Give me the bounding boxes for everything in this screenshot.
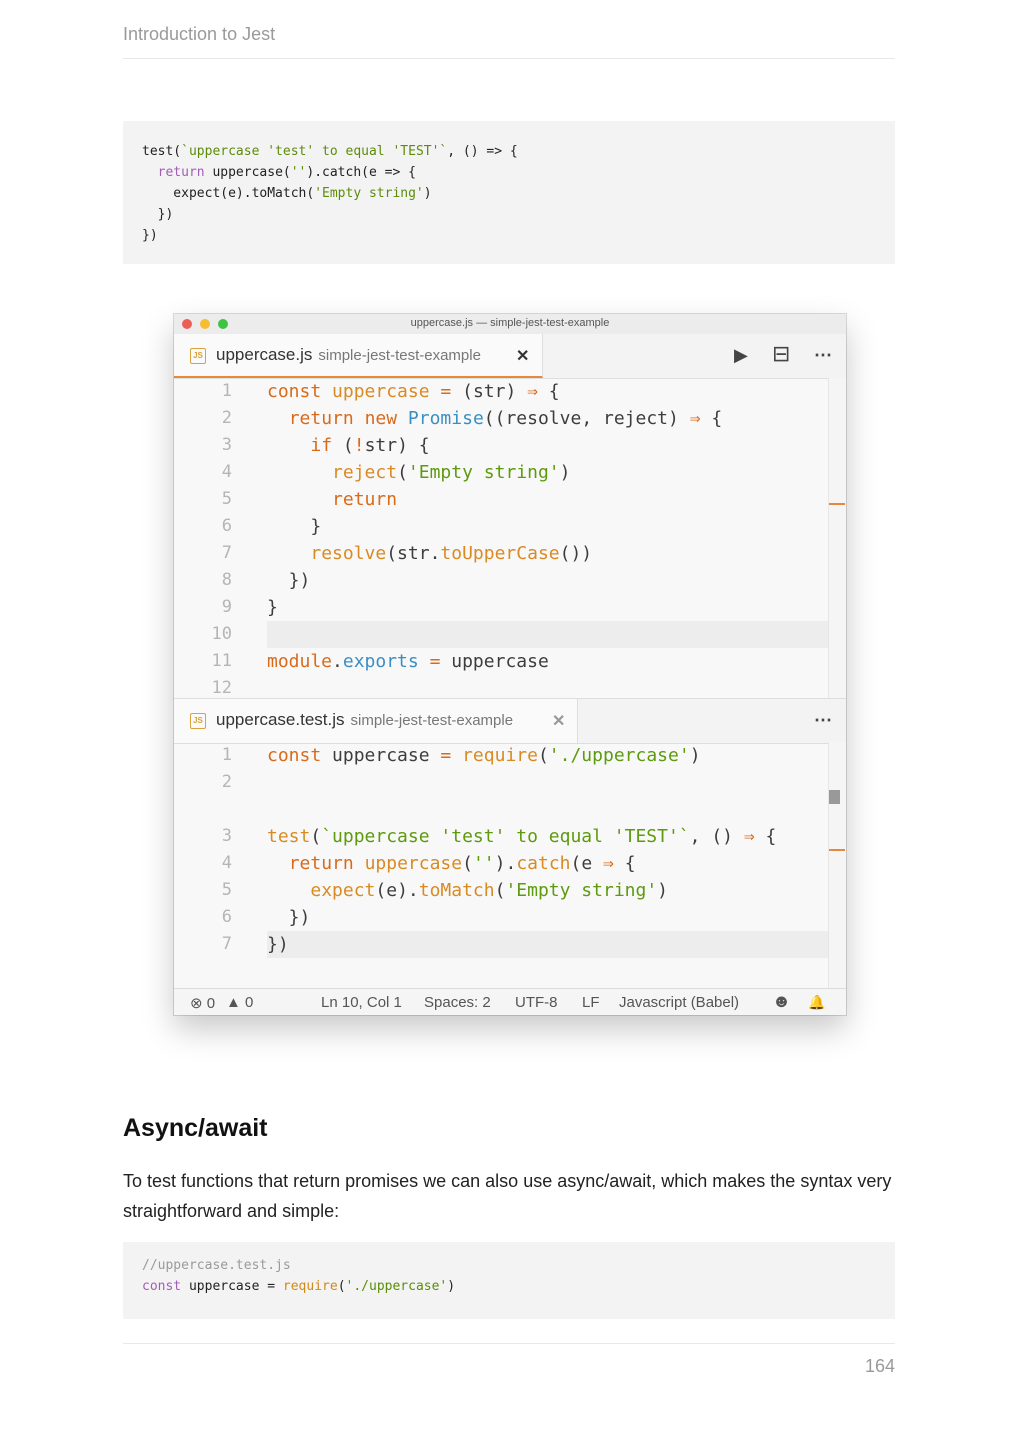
pane2-tabbar: JS uppercase.test.js simple-jest-test-exa… xyxy=(174,698,846,744)
line-number: 2 xyxy=(221,772,232,792)
tab-uppercase-test-js[interactable]: JS uppercase.test.js simple-jest-test-exa… xyxy=(174,699,578,743)
line-number: 9 xyxy=(221,597,232,617)
js-file-icon: JS xyxy=(190,713,206,729)
more-options-icon[interactable]: ⋯ xyxy=(814,345,832,366)
code-line: resolve(str.toUpperCase()) xyxy=(310,543,593,564)
code-line: expect(e).toMatch('Empty string') xyxy=(142,186,432,201)
encoding-setting[interactable]: UTF-8 xyxy=(515,994,558,1011)
code-line: return new Promise((resolve, reject) ⇒ { xyxy=(288,408,723,429)
code-line: return uppercase('').catch(e => { xyxy=(157,165,416,180)
code-line: const uppercase = require('./uppercase') xyxy=(142,1279,456,1294)
js-file-icon: JS xyxy=(190,348,206,364)
feedback-smiley-icon[interactable]: ☻ xyxy=(772,991,791,1012)
run-icon[interactable]: ▶ xyxy=(734,345,748,366)
warning-count[interactable]: ▲ 0 xyxy=(226,994,253,1011)
code-line: reject('Empty string') xyxy=(332,462,571,483)
line-number: 6 xyxy=(221,516,232,536)
code-line: module.exports = uppercase xyxy=(267,651,549,672)
code-line: }) xyxy=(267,934,289,955)
line-number: 2 xyxy=(221,408,232,428)
code-line: }) xyxy=(267,570,311,591)
tab-file-name: uppercase.js xyxy=(216,345,313,364)
tab-project-name: simple-jest-test-example xyxy=(318,347,481,364)
line-number: 11 xyxy=(211,651,232,671)
language-mode[interactable]: Javascript (Babel) xyxy=(619,994,739,1011)
close-tab-icon[interactable]: ✕ xyxy=(552,711,565,731)
indentation-setting[interactable]: Spaces: 2 xyxy=(424,994,491,1011)
running-head: Introduction to Jest xyxy=(123,24,895,59)
status-bar: ⊗ 0 ▲ 0 Ln 10, Col 1 Spaces: 2 UTF-8 LF … xyxy=(174,988,846,1015)
pane2-scrollbar[interactable] xyxy=(828,742,846,988)
code-block-2: //uppercase.test.js const uppercase = re… xyxy=(123,1242,895,1319)
line-number: 10 xyxy=(211,624,232,644)
scroll-marker xyxy=(829,849,845,851)
line-number: 7 xyxy=(221,543,232,563)
close-tab-icon[interactable]: ✕ xyxy=(516,346,529,366)
body-paragraph: To test functions that return promises w… xyxy=(123,1171,892,1221)
code-line: const uppercase = (str) ⇒ { xyxy=(267,381,560,402)
line-number: 3 xyxy=(221,826,232,846)
cursor-position[interactable]: Ln 10, Col 1 xyxy=(321,994,402,1011)
split-pane-icon[interactable]: ⊟ xyxy=(772,341,790,367)
section-heading: Async/await xyxy=(123,1114,268,1142)
code-line: }) xyxy=(142,228,158,243)
line-number: 7 xyxy=(221,934,232,954)
line-number: 5 xyxy=(221,489,232,509)
pane1-tabbar: JS uppercase.js simple-jest-test-example … xyxy=(174,334,846,379)
code-line: if (!str) { xyxy=(310,435,430,456)
notifications-bell-icon[interactable]: 🔔 xyxy=(808,994,825,1011)
line-number: 1 xyxy=(221,381,232,401)
line-ending-setting[interactable]: LF xyxy=(582,994,600,1011)
tab-file-name: uppercase.test.js xyxy=(216,710,345,729)
code-line: return uppercase('').catch(e ⇒ { xyxy=(288,853,636,874)
line-number: 4 xyxy=(221,462,232,482)
footer-divider xyxy=(123,1343,895,1344)
code-line: } xyxy=(267,597,278,618)
line-number: 1 xyxy=(221,745,232,765)
line-number: 6 xyxy=(221,907,232,927)
editor-screenshot: uppercase.js — simple-jest-test-example … xyxy=(174,314,846,1015)
code-line: return xyxy=(332,489,398,510)
code-line: const uppercase = require('./uppercase') xyxy=(267,745,701,766)
line-number: 5 xyxy=(221,880,232,900)
scroll-thumb[interactable] xyxy=(829,790,840,804)
more-options-icon[interactable]: ⋯ xyxy=(814,710,832,731)
code-line: }) xyxy=(142,207,174,222)
error-count[interactable]: ⊗ 0 xyxy=(190,994,215,1012)
line-number: 4 xyxy=(221,853,232,873)
tab-project-name: simple-jest-test-example xyxy=(350,712,514,729)
line-number: 8 xyxy=(221,570,232,590)
code-line: expect(e).toMatch('Empty string') xyxy=(310,880,669,901)
tab-uppercase-js[interactable]: JS uppercase.js simple-jest-test-example … xyxy=(174,334,543,378)
code-line: test(`uppercase 'test' to equal 'TEST'`,… xyxy=(142,144,518,159)
pane1-scrollbar[interactable] xyxy=(828,378,846,698)
window-title: uppercase.js — simple-jest-test-example xyxy=(410,317,610,329)
page-number: 164 xyxy=(864,1356,895,1376)
scroll-marker xyxy=(829,503,845,505)
code-block-1: test(`uppercase 'test' to equal 'TEST'`,… xyxy=(123,121,895,264)
line-number: 3 xyxy=(221,435,232,455)
code-comment: //uppercase.test.js xyxy=(142,1258,291,1273)
code-line: } xyxy=(267,516,322,537)
code-line: }) xyxy=(267,907,311,928)
code-line: test(`uppercase 'test' to equal 'TEST'`,… xyxy=(267,826,777,847)
window-titlebar: uppercase.js — simple-jest-test-example xyxy=(174,314,846,335)
